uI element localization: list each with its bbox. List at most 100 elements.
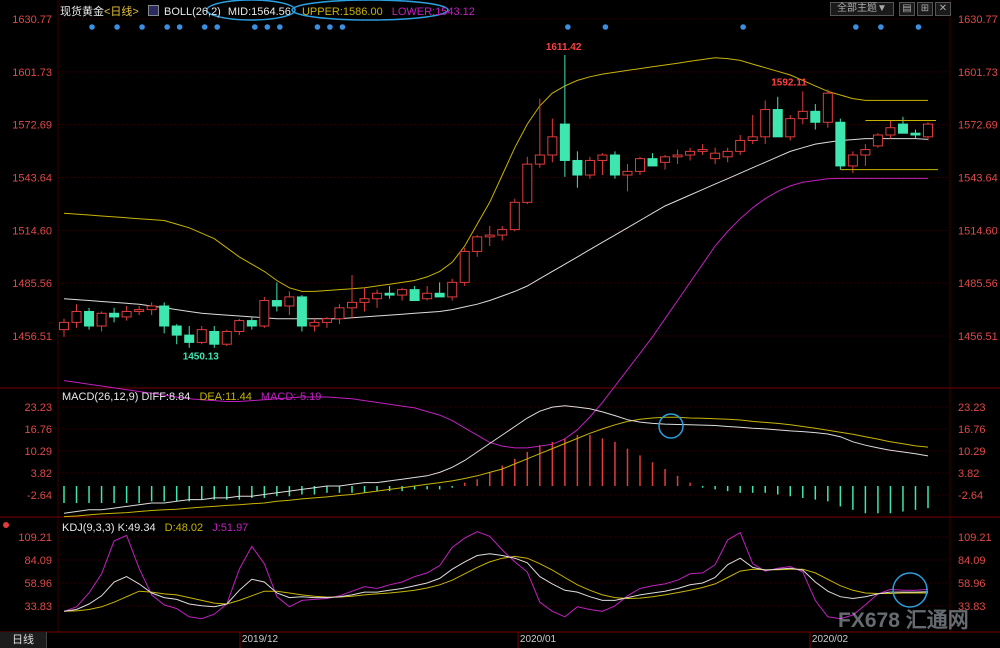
candle-body <box>797 110 808 120</box>
toolbar-icon-2[interactable]: ⊞ <box>917 2 933 16</box>
main-left-tick: 1514.60 <box>12 225 52 237</box>
main-right-tick: 1543.64 <box>958 173 998 185</box>
candle-body <box>271 300 282 307</box>
macd-right-tick: -2.64 <box>958 490 983 502</box>
grid-lines <box>0 0 1000 648</box>
main-right-tick: 1456.51 <box>958 331 998 343</box>
candle-body <box>121 310 132 318</box>
boll-upper: UPPER:1586.00 <box>301 6 383 18</box>
main-right-tick: 1514.60 <box>958 225 998 237</box>
main-left-tick: 1630.77 <box>12 14 52 26</box>
candle-body <box>134 309 145 312</box>
signal-dot <box>114 24 120 30</box>
macd-left-tick: 10.29 <box>24 446 52 458</box>
signal-dot <box>164 24 170 30</box>
signal-dot <box>740 24 746 30</box>
candle-body <box>847 154 858 167</box>
kdj-right-tick: 109.21 <box>958 532 992 544</box>
boll-lower: LOWER:1543.12 <box>391 6 475 18</box>
main-right-tick: 1485.56 <box>958 278 998 290</box>
candle-body <box>872 134 883 147</box>
annotation-overlay <box>206 0 928 608</box>
candle-body <box>710 152 721 160</box>
candle-body <box>722 150 733 158</box>
candle-body <box>647 158 658 167</box>
candle-body <box>296 296 307 327</box>
panel-marker-icon <box>3 522 9 528</box>
symbol-name: 现货黄金 <box>60 6 104 18</box>
candle-body <box>660 156 671 163</box>
candle-body <box>409 289 420 302</box>
candle-body <box>860 149 871 156</box>
signal-dot <box>339 24 346 30</box>
candle-body <box>221 330 232 345</box>
boll-mid: MID:1564.56 <box>227 6 291 18</box>
candle-body <box>484 234 495 238</box>
signal-dot <box>264 24 271 30</box>
candle-body <box>146 305 157 311</box>
macd-value: MACD:-5.19 <box>260 391 322 403</box>
candle-body <box>234 320 245 332</box>
boll-icon[interactable] <box>147 5 159 16</box>
dea-line <box>63 416 929 518</box>
toolbar-icon-1[interactable]: ▤ <box>899 2 915 16</box>
macd-right-tick: 10.29 <box>958 446 986 458</box>
boll-name: BOLL(26,2) <box>163 6 221 18</box>
candle-body <box>284 296 295 307</box>
tab-daily[interactable]: 日线 <box>0 632 47 648</box>
macd-right-tick: 3.82 <box>958 468 979 480</box>
macd-header: MACD(26,12,9) DIFF:8.84 DEA:11.44 MACD:-… <box>62 391 321 403</box>
main-left-tick: 1456.51 <box>12 331 52 343</box>
candle-body <box>559 123 570 161</box>
candle-body <box>697 149 708 152</box>
kdj-left-tick: 109.21 <box>18 532 52 544</box>
kdj-k: K:49.34 <box>117 522 156 534</box>
date-label: 2020/01 <box>520 634 557 645</box>
kdj-j: J:51.97 <box>212 522 249 534</box>
peak-label: 1592.11 <box>771 77 807 88</box>
candle-body <box>622 170 633 176</box>
candlestick-panel: 1630.77 1630.77 1601.73 1601.73 1572.69 1572.… <box>12 14 998 449</box>
candle-body <box>372 292 383 300</box>
macd-right-tick: 16.76 <box>958 424 986 436</box>
candle-body <box>171 325 182 336</box>
candle-body <box>922 123 934 138</box>
candle-body <box>910 132 921 136</box>
kdj-d-line <box>63 555 928 612</box>
kdj-d: D:48.02 <box>164 522 204 534</box>
candle-body <box>346 301 358 309</box>
signal-dot <box>878 24 884 30</box>
candle-body <box>84 310 95 327</box>
signal-dot <box>915 24 922 30</box>
signal-dot <box>565 24 571 30</box>
candle-body <box>359 298 370 303</box>
candle-body <box>672 154 683 158</box>
candle-body <box>785 118 796 138</box>
signal-dot <box>139 24 145 30</box>
candle-body <box>58 321 70 331</box>
macd-left-tick: 16.76 <box>24 424 52 436</box>
candle-body <box>259 300 270 327</box>
signal-dot <box>602 24 609 30</box>
candle-body <box>71 310 82 323</box>
candle-body <box>96 312 107 327</box>
candle-body <box>534 154 545 165</box>
main-header: 现货黄金<日线> BOLL(26,2) MID:1564.56 UPPER:15… <box>60 3 475 19</box>
kdj-left-tick: 84.09 <box>24 555 52 567</box>
candle-body <box>309 321 320 327</box>
kdj-header: KDJ(9,3,3) K:49.34 D:48.02 J:51.97 <box>62 522 248 534</box>
kdj-right-tick: 58.96 <box>958 578 986 590</box>
period-label: <日线> <box>104 6 139 18</box>
main-right-tick: 1572.69 <box>958 120 998 132</box>
candle-body <box>422 292 433 300</box>
candle-body <box>184 334 195 343</box>
signal-dot <box>89 24 95 30</box>
theme-dropdown[interactable]: 全部主题▼ <box>830 2 894 16</box>
macd-name: MACD(26,12,9) <box>62 391 139 403</box>
boll-mid-line <box>63 138 929 320</box>
candle-body <box>584 159 595 176</box>
candle-body <box>597 154 608 161</box>
candle-body <box>321 318 332 323</box>
chart-canvas: 1630.77 1630.77 1601.73 1601.73 1572.69 1572.… <box>0 0 1000 648</box>
close-icon[interactable]: ✕ <box>935 2 951 16</box>
